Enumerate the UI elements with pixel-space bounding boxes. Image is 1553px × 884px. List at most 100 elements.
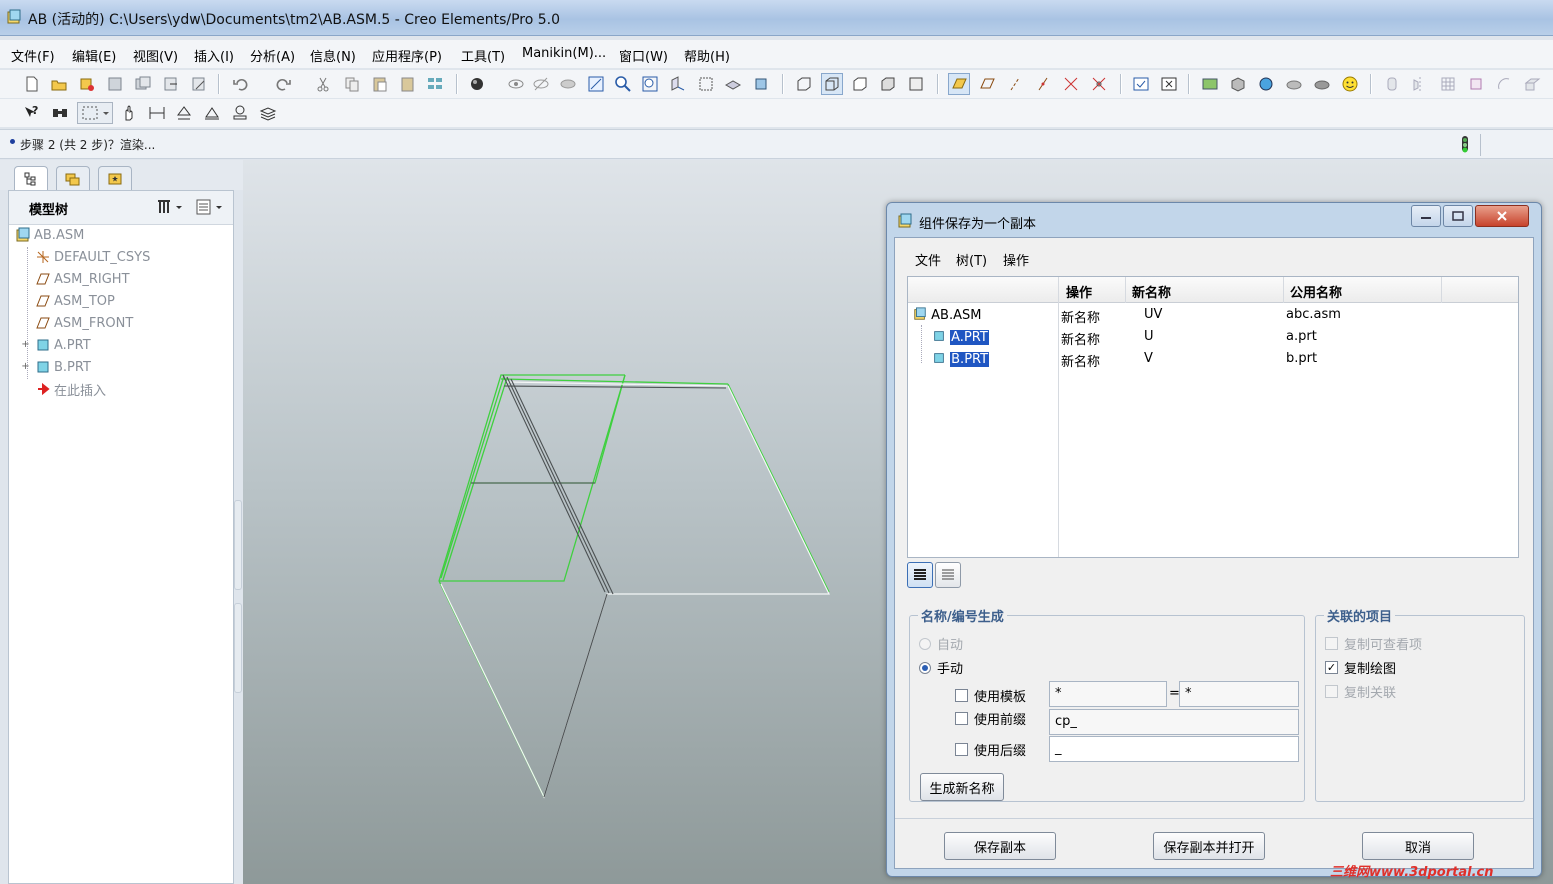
- menu-analysis[interactable]: 分析(A): [250, 46, 295, 65]
- mirror-icon[interactable]: [1409, 73, 1431, 95]
- maximize-button[interactable]: [1443, 205, 1473, 227]
- datum-point-icon[interactable]: [1032, 73, 1054, 95]
- dialog-menu-actions[interactable]: 操作: [1003, 250, 1029, 269]
- panel-splitter-handle[interactable]: [234, 603, 242, 693]
- table-cell-common-name[interactable]: a.prt: [1286, 329, 1317, 344]
- hide-icon[interactable]: [530, 73, 552, 95]
- arc-icon[interactable]: [1493, 73, 1515, 95]
- use-template-checkbox[interactable]: 使用模板: [955, 686, 1026, 705]
- copy-viewable-checkbox[interactable]: 复制可查看项: [1325, 634, 1422, 653]
- globe-icon[interactable]: [1255, 73, 1277, 95]
- extrude-icon[interactable]: [1521, 73, 1543, 95]
- suffix-field[interactable]: _: [1049, 736, 1299, 762]
- paste-special-icon[interactable]: [397, 73, 419, 95]
- template-from-field[interactable]: *: [1049, 681, 1167, 707]
- table-cell-new-name[interactable]: UV: [1144, 307, 1162, 322]
- saved-views-icon[interactable]: [505, 73, 527, 95]
- tree-item-part-b[interactable]: B.PRT: [35, 357, 91, 377]
- backup-icon[interactable]: [160, 73, 182, 95]
- refit-icon[interactable]: [585, 73, 607, 95]
- menu-help[interactable]: 帮助(H): [684, 46, 730, 65]
- cancel-button[interactable]: 取消: [1362, 832, 1474, 860]
- window-close-icon[interactable]: [1158, 73, 1180, 95]
- datum-display-icon[interactable]: [948, 73, 970, 95]
- scene-icon[interactable]: [1227, 73, 1249, 95]
- rename-icon[interactable]: [188, 73, 210, 95]
- table-row-name[interactable]: A.PRT: [932, 329, 989, 345]
- tree-item-part-a[interactable]: A.PRT: [35, 335, 91, 355]
- layers-icon[interactable]: [557, 73, 579, 95]
- open-folder-icon[interactable]: [48, 73, 70, 95]
- expand-icon[interactable]: +: [21, 340, 30, 350]
- tree-item-datum-front[interactable]: ASM_FRONT: [35, 313, 133, 333]
- wireframe-icon[interactable]: [793, 73, 815, 95]
- table-cell-common-name[interactable]: abc.asm: [1286, 307, 1341, 322]
- column-header-new-name[interactable]: 新名称: [1132, 282, 1171, 301]
- paste-icon[interactable]: [369, 73, 391, 95]
- use-prefix-checkbox[interactable]: 使用前缀: [955, 709, 1026, 728]
- column-header-common-name[interactable]: 公用名称: [1290, 282, 1342, 301]
- menu-info[interactable]: 信息(N): [310, 46, 356, 65]
- tree-item-assembly[interactable]: AB.ASM: [15, 225, 84, 245]
- tab-folder-browser[interactable]: [56, 166, 90, 190]
- table-row-name[interactable]: B.PRT: [932, 351, 990, 367]
- tab-model-tree[interactable]: [14, 166, 48, 190]
- traffic-light-icon[interactable]: [1458, 134, 1472, 156]
- cylinder-icon[interactable]: [1381, 73, 1403, 95]
- table-cell-action[interactable]: 新名称: [1061, 329, 1100, 348]
- tree-item-csys[interactable]: DEFAULT_CSYS: [35, 247, 150, 267]
- model-display-icon[interactable]: [905, 73, 927, 95]
- menu-manikin[interactable]: Manikin(M)...: [522, 46, 606, 61]
- cross-section-icon[interactable]: [173, 102, 195, 124]
- spin-center-toggle-icon[interactable]: [1088, 73, 1110, 95]
- copy-drawing-checkbox[interactable]: ✓ 复制绘图: [1325, 658, 1396, 677]
- appearance-icon[interactable]: [1199, 73, 1221, 95]
- minimize-button[interactable]: [1411, 205, 1441, 227]
- save-copy-button[interactable]: 保存副本: [944, 832, 1056, 860]
- save-icon[interactable]: [104, 73, 126, 95]
- find-icon[interactable]: [49, 102, 71, 124]
- redo-icon[interactable]: [272, 73, 294, 95]
- menu-view[interactable]: 视图(V): [133, 46, 178, 65]
- new-file-icon[interactable]: [21, 73, 43, 95]
- menu-edit[interactable]: 编辑(E): [72, 46, 116, 65]
- tree-show-icon[interactable]: [195, 197, 225, 217]
- save-copy-and-open-button[interactable]: 保存副本并打开: [1153, 832, 1265, 860]
- panel-splitter-handle[interactable]: [234, 500, 242, 590]
- generate-names-button[interactable]: 生成新名称: [920, 773, 1004, 801]
- column-header-action[interactable]: 操作: [1066, 282, 1092, 301]
- help-context-icon[interactable]: ?: [21, 102, 43, 124]
- copy-icon[interactable]: [341, 73, 363, 95]
- table-cell-action[interactable]: 新名称: [1061, 307, 1100, 326]
- detailed-view-button[interactable]: [907, 562, 933, 588]
- dialog-menu-tree[interactable]: 树(T): [956, 250, 987, 269]
- use-suffix-checkbox[interactable]: 使用后缀: [955, 740, 1026, 759]
- measure-icon[interactable]: [229, 102, 251, 124]
- dimension-icon[interactable]: [146, 102, 168, 124]
- menu-insert[interactable]: 插入(I): [194, 46, 234, 65]
- view-manager-icon[interactable]: [695, 73, 717, 95]
- render-region-icon[interactable]: [1311, 73, 1333, 95]
- hidden-line-icon[interactable]: [821, 73, 843, 95]
- tree-item-insert-here[interactable]: 在此插入: [35, 379, 106, 399]
- no-hidden-icon[interactable]: [849, 73, 871, 95]
- template-to-field[interactable]: *: [1179, 681, 1299, 707]
- close-button[interactable]: [1475, 205, 1529, 227]
- auto-radio[interactable]: 自动: [919, 634, 963, 653]
- render-icon[interactable]: [1283, 73, 1305, 95]
- menu-tools[interactable]: 工具(T): [461, 46, 505, 65]
- zoom-out-icon[interactable]: [639, 73, 661, 95]
- tree-item-datum-top[interactable]: ASM_TOP: [35, 291, 115, 311]
- datum-plane-icon[interactable]: [976, 73, 998, 95]
- sketch-icon[interactable]: [1465, 73, 1487, 95]
- smiley-icon[interactable]: [1339, 73, 1361, 95]
- reorient-icon[interactable]: [667, 73, 689, 95]
- layer-tree-icon[interactable]: [257, 102, 279, 124]
- menu-applications[interactable]: 应用程序(P): [372, 46, 442, 65]
- tree-item-datum-right[interactable]: ASM_RIGHT: [35, 269, 130, 289]
- zoom-in-icon[interactable]: [612, 73, 634, 95]
- shading-icon[interactable]: [467, 73, 489, 95]
- prefix-field[interactable]: cp_: [1049, 709, 1299, 735]
- datum-csys-icon[interactable]: [1060, 73, 1082, 95]
- table-cell-new-name[interactable]: V: [1144, 351, 1153, 366]
